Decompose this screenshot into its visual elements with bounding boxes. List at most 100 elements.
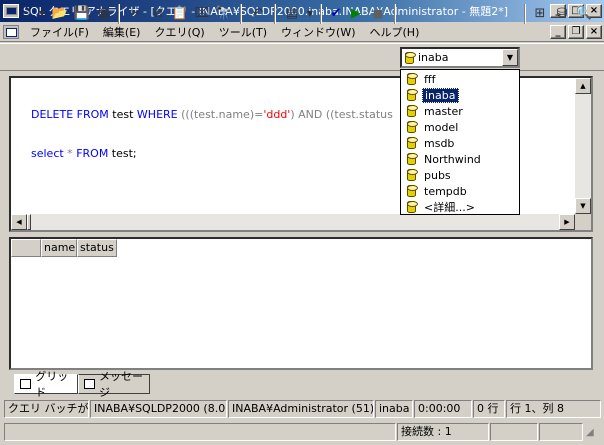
stop-icon[interactable]: ■ bbox=[368, 4, 388, 24]
cut-icon[interactable]: ✂ bbox=[126, 4, 146, 24]
document-icon[interactable] bbox=[3, 24, 19, 39]
scroll-left-icon[interactable]: ◀ bbox=[11, 214, 27, 230]
database-icon bbox=[407, 137, 418, 149]
pane-splitter[interactable] bbox=[9, 233, 593, 236]
database-icon bbox=[407, 89, 418, 101]
toolbar-separator bbox=[240, 4, 242, 24]
menu-edit[interactable]: 編集(E) bbox=[96, 24, 148, 40]
database-option-master[interactable]: master bbox=[403, 103, 517, 119]
status-bar: クエリ バッチが完 INABA¥SQLDP2000 (8.0) INABA¥Ad… bbox=[0, 398, 604, 420]
resize-grip-icon[interactable]: ◢ bbox=[586, 427, 600, 441]
menu-bar: ファイル(F) 編集(E) クエリ(Q) ツール(T) ウィンドウ(W) ヘルプ… bbox=[0, 22, 604, 42]
menu-file[interactable]: ファイル(F) bbox=[23, 24, 96, 40]
clear-window-icon[interactable]: ⌧ bbox=[192, 4, 212, 24]
editor-horizontal-scrollbar[interactable]: ◀ ▶ bbox=[11, 214, 575, 230]
row-header-corner bbox=[11, 239, 41, 257]
scroll-up-icon[interactable]: ▲ bbox=[575, 78, 591, 94]
tab-messages[interactable]: メッセージ bbox=[78, 370, 150, 399]
database-icon bbox=[407, 201, 418, 213]
undo-icon[interactable]: ↶ bbox=[248, 4, 268, 24]
database-option-pubs[interactable]: pubs bbox=[403, 167, 517, 183]
database-icon bbox=[407, 153, 418, 165]
parse-check-icon[interactable]: ✔ bbox=[326, 4, 346, 24]
mdi-minimize-button[interactable]: _ bbox=[550, 24, 566, 39]
code-text: test; bbox=[108, 147, 137, 160]
database-select[interactable]: inaba ▼ bbox=[400, 47, 520, 68]
estimated-plan-icon[interactable]: ⊞ bbox=[530, 4, 550, 24]
status-empty-cell bbox=[539, 423, 583, 441]
messages-icon bbox=[84, 379, 96, 389]
column-header-status[interactable]: status bbox=[77, 239, 117, 257]
find-icon[interactable]: 🔭 bbox=[214, 4, 234, 24]
toolbar-separator bbox=[524, 4, 526, 24]
insert-template-icon[interactable]: ▦ bbox=[94, 4, 114, 24]
editor-vertical-scrollbar[interactable]: ▲ ▼ bbox=[575, 78, 591, 214]
database-icon bbox=[407, 169, 418, 181]
keyword: WHERE bbox=[136, 108, 178, 121]
database-option-tempdb[interactable]: tempdb bbox=[403, 183, 517, 199]
toolbar-separator bbox=[118, 4, 120, 24]
code-text: * bbox=[63, 147, 77, 160]
status-state: クエリ バッチが完 bbox=[4, 400, 89, 418]
status-cursor-position: 行 1、列 8 bbox=[506, 400, 601, 418]
toolbar-separator bbox=[274, 4, 276, 24]
database-option-model[interactable]: model bbox=[403, 119, 517, 135]
database-icon bbox=[407, 185, 418, 197]
database-option-more[interactable]: <詳細...> bbox=[403, 199, 517, 215]
chevron-down-icon[interactable]: ▼ bbox=[502, 49, 518, 66]
database-dropdown-list[interactable]: fff inaba master model msdb Northwind pu… bbox=[400, 69, 520, 215]
query-text[interactable]: DELETE FROM test WHERE (((test.name)='dd… bbox=[31, 82, 393, 186]
menu-window[interactable]: ウィンドウ(W) bbox=[274, 24, 362, 40]
database-icon bbox=[407, 73, 418, 85]
query-line-2: select * FROM test; bbox=[31, 147, 393, 160]
mdi-restore-button[interactable]: ❐ bbox=[568, 24, 584, 39]
status-server: INABA¥SQLDP2000 (8.0) bbox=[90, 400, 227, 418]
status-connections: 接続数 : 1 bbox=[397, 423, 489, 441]
grid-icon bbox=[20, 379, 32, 389]
menu-tools[interactable]: ツール(T) bbox=[212, 24, 274, 40]
database-icon bbox=[407, 121, 418, 133]
database-option-inaba[interactable]: inaba bbox=[403, 87, 517, 103]
menu-help[interactable]: ヘルプ(H) bbox=[363, 24, 427, 40]
database-option-fff[interactable]: fff bbox=[403, 71, 517, 87]
results-grid[interactable]: name status bbox=[9, 237, 593, 370]
status-empty-cell bbox=[4, 423, 396, 441]
scroll-down-icon[interactable]: ▼ bbox=[575, 198, 591, 214]
object-browser-icon[interactable]: ⛁ bbox=[552, 4, 572, 24]
database-option-msdb[interactable]: msdb bbox=[403, 135, 517, 151]
mdi-close-button[interactable]: × bbox=[586, 24, 602, 39]
database-option-northwind[interactable]: Northwind bbox=[403, 151, 517, 167]
scroll-thumb[interactable] bbox=[27, 214, 31, 230]
save-icon[interactable]: 💾 bbox=[72, 4, 92, 24]
keyword: DELETE bbox=[31, 108, 74, 121]
keyword: select bbox=[31, 147, 64, 160]
status-empty-cell bbox=[490, 423, 538, 441]
string-literal: 'ddd' bbox=[263, 108, 291, 121]
status-elapsed-time: 0:00:00 bbox=[414, 400, 472, 418]
new-query-dropdown-icon[interactable]: ▼ bbox=[32, 4, 52, 24]
status-user: INABA¥Administrator (51) bbox=[228, 400, 374, 418]
new-query-icon[interactable]: 🗋 bbox=[14, 4, 34, 24]
toolbar-separator bbox=[320, 4, 322, 24]
copy-icon[interactable]: ⧉ bbox=[148, 4, 168, 24]
query-line-1: DELETE FROM test WHERE (((test.name)='dd… bbox=[31, 108, 393, 121]
menu-query[interactable]: クエリ(Q) bbox=[147, 24, 211, 40]
database-icon bbox=[407, 105, 418, 117]
column-header-name[interactable]: name bbox=[41, 239, 77, 257]
paste-icon[interactable]: 📋 bbox=[170, 4, 190, 24]
keyword: FROM bbox=[76, 147, 109, 160]
scroll-corner bbox=[575, 214, 591, 230]
code-text: test bbox=[108, 108, 137, 121]
open-icon[interactable]: 📂 bbox=[50, 4, 70, 24]
keyword: FROM bbox=[76, 108, 109, 121]
status-row-count: 0 行 bbox=[473, 400, 505, 418]
code-text: (((test.name)= bbox=[177, 108, 264, 121]
code-text: ) AND ((test.status bbox=[290, 108, 393, 121]
execute-icon[interactable]: ▶ bbox=[346, 4, 366, 24]
tab-grid[interactable]: グリッド bbox=[14, 370, 78, 399]
scroll-right-icon[interactable]: ▶ bbox=[559, 214, 575, 230]
results-mode-icon[interactable]: ▤ bbox=[282, 4, 302, 24]
results-mode-dropdown-icon[interactable]: ▼ bbox=[300, 4, 320, 24]
object-search-icon[interactable]: 🔍 bbox=[574, 4, 594, 24]
database-icon bbox=[405, 51, 416, 64]
